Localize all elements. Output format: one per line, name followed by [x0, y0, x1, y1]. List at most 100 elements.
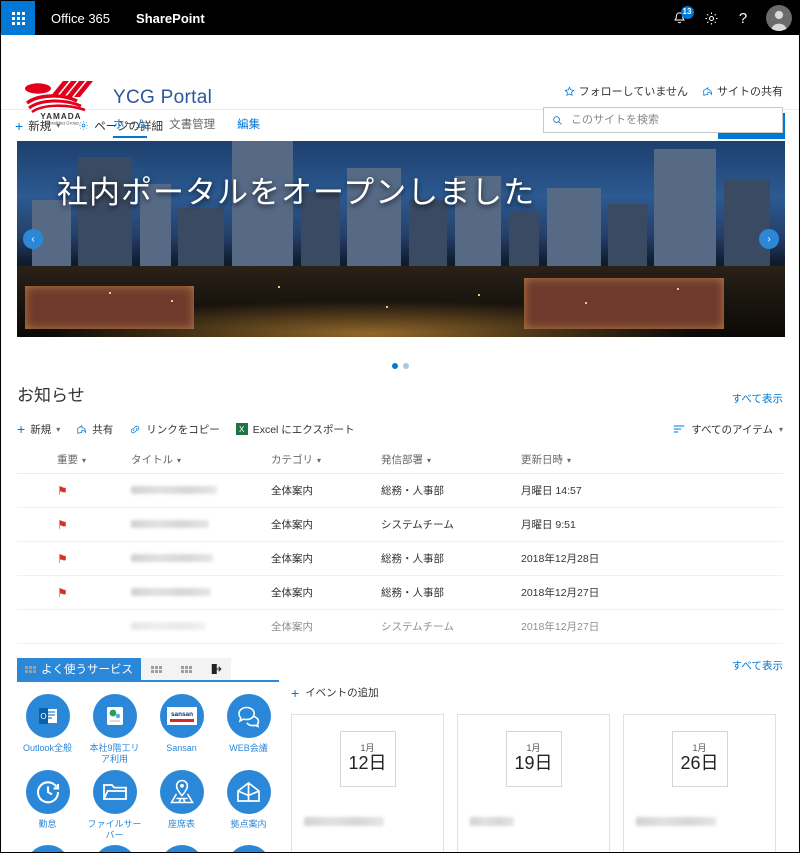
column-header-updated[interactable]: 更新日時 ▾: [517, 446, 783, 474]
svg-text:O: O: [40, 712, 46, 721]
copy-link-label: リンクをコピー: [146, 423, 220, 436]
cell-category: 全体案内: [267, 507, 377, 542]
cell-title[interactable]: [127, 609, 267, 644]
cell-important: ⚑: [17, 507, 127, 542]
column-header-department[interactable]: 発信部署 ▾: [377, 446, 517, 474]
tab-grid-view-1[interactable]: [141, 658, 171, 680]
service-tile-label: 本社9階工リア利用: [89, 743, 140, 765]
add-event-button[interactable]: + イベントの追加: [291, 685, 783, 700]
cell-category: 全体案内: [267, 575, 377, 610]
cell-title[interactable]: [127, 575, 267, 610]
redacted-title: [131, 621, 205, 630]
table-row[interactable]: ⚑ 全体案内 総務・人事部 2018年12月27日: [17, 575, 783, 610]
service-tile[interactable]: WEB会議: [218, 694, 279, 766]
gear-icon[interactable]: [695, 1, 727, 35]
cell-title[interactable]: [127, 473, 267, 508]
hero-banner[interactable]: 社内ポータルをオープンしました ‹ ›: [17, 141, 785, 337]
list-new-button[interactable]: + 新規 ▾: [17, 422, 60, 437]
cybozu-icon: [92, 694, 137, 738]
suite-app-label[interactable]: SharePoint: [124, 11, 217, 26]
tab-exit[interactable]: [201, 658, 231, 680]
carousel-dot-2[interactable]: [402, 363, 409, 369]
export-excel-label: Excel にエクスポート: [252, 423, 355, 436]
search-input[interactable]: [569, 113, 774, 127]
cell-important: ⚑: [17, 473, 127, 508]
tab-frequent-services[interactable]: よく使うサービス: [17, 658, 141, 680]
carousel-prev-icon[interactable]: ‹: [23, 229, 43, 249]
table-row[interactable]: ⚑ 全体案内 総務・人事部 2018年12月28日: [17, 541, 783, 576]
event-card[interactable]: 1月19日1月19日(土)、10:00東京9階研修室A・B・C、東京8階(...: [457, 714, 610, 852]
events-see-all-link[interactable]: すべて表示: [732, 658, 783, 673]
services-webpart: よく使うサービス O Outlook全般 本社9階工リア利用 sansan Sansan…: [17, 658, 279, 852]
event-title: [470, 813, 597, 831]
event-card[interactable]: 1月12日1月12日(土)、10:009階研修室A、B、C: [291, 714, 444, 852]
table-row[interactable]: ⚑ 全体案内 総務・人事部 月曜日 14:57: [17, 473, 783, 508]
table-row[interactable]: ⚑ 全体案内 システムチーム 月曜日 9:51: [17, 507, 783, 542]
redacted-title: [131, 553, 213, 562]
yamada-logo[interactable]: YAMADA Consulting Group: [17, 79, 105, 125]
share-icon: [702, 86, 713, 97]
redacted-title: [131, 485, 217, 494]
cell-title[interactable]: [127, 541, 267, 576]
suite-brand-label[interactable]: Office 365: [35, 11, 124, 26]
service-tile[interactable]: 本社9階工リア利用: [84, 694, 145, 766]
export-excel-button[interactable]: X Excel にエクスポート: [235, 422, 355, 437]
service-tile[interactable]: O Outlook全般: [17, 694, 78, 766]
services-tabbar: よく使うサービス: [17, 658, 279, 682]
event-card[interactable]: 1月26日1月26日(土)、10:009階研修室A、B、C: [623, 714, 776, 852]
announcements-see-all-link[interactable]: すべて表示: [732, 391, 783, 406]
follow-button[interactable]: フォローしていません: [564, 83, 688, 99]
office-suite-bar: Office 365 SharePoint 13 ?: [1, 1, 799, 35]
bottom-region: よく使うサービス O Outlook全般 本社9階工リア利用 sansan Sansan…: [1, 658, 799, 852]
copy-link-button[interactable]: リンクをコピー: [129, 422, 220, 437]
service-tile[interactable]: [17, 845, 78, 852]
announcements-table: 重要 ▾ タイトル ▾ カテゴリ ▾ 発信部署 ▾ 更新日時 ▾ ⚑ 全体案内 …: [17, 446, 783, 644]
list-view-selector[interactable]: すべてのアイテム ▾: [673, 422, 783, 437]
service-tile[interactable]: 拠点案内: [218, 769, 279, 842]
help-icon[interactable]: ?: [727, 1, 759, 35]
announcements-title: お知らせ: [17, 386, 85, 405]
cell-updated: 2018年12月28日: [517, 541, 783, 576]
column-header-category[interactable]: カテゴリ ▾: [267, 446, 377, 474]
cell-updated: 月曜日 14:57: [517, 473, 783, 508]
account-avatar[interactable]: [759, 1, 799, 35]
share-site-button[interactable]: サイトの共有: [702, 83, 783, 99]
list-share-button[interactable]: 共有: [76, 422, 113, 437]
chevron-down-icon: ▾: [778, 424, 783, 434]
service-tile[interactable]: [84, 845, 145, 852]
list-view-icon: [673, 424, 685, 434]
column-label-department: 発信部署: [381, 454, 423, 466]
service-tile-label: WEB会議: [229, 743, 268, 753]
events-header: すべて表示: [291, 658, 783, 673]
table-row[interactable]: 全体案内 システムチーム 2018年12月27日: [17, 609, 783, 644]
plus-icon: +: [291, 684, 300, 701]
cell-department: システムチーム: [377, 609, 517, 644]
flag-icon: ⚑: [57, 483, 68, 498]
cell-title[interactable]: [127, 507, 267, 542]
bell-icon[interactable]: 13: [663, 1, 695, 35]
handshake-icon: [159, 845, 204, 852]
service-tile[interactable]: 勤怠: [17, 769, 78, 842]
nav-item-home[interactable]: ホーム: [113, 116, 148, 138]
column-label-important: 重要: [57, 454, 78, 466]
tab-grid-view-2[interactable]: [171, 658, 201, 680]
follow-label: フォローしていません: [578, 86, 688, 98]
carousel-next-icon[interactable]: ›: [759, 229, 779, 249]
column-header-important[interactable]: 重要 ▾: [17, 446, 127, 474]
service-tile[interactable]: 座席表: [151, 769, 212, 842]
app-launcher-icon[interactable]: [1, 1, 35, 35]
avatar-circle: [766, 5, 792, 31]
carousel-dot-1[interactable]: [391, 363, 398, 369]
page-title[interactable]: YCG Portal: [113, 87, 212, 109]
follow-share-row: フォローしていません サイトの共有: [543, 83, 783, 99]
column-header-title[interactable]: タイトル ▾: [127, 446, 267, 474]
nav-item-edit[interactable]: 編集: [237, 116, 260, 138]
nav-item-documents[interactable]: 文書管理: [169, 116, 215, 138]
cell-department: 総務・人事部: [377, 473, 517, 508]
service-tile[interactable]: ファイルサーバー: [84, 769, 145, 842]
search-box[interactable]: [543, 107, 783, 133]
table-header-row: 重要 ▾ タイトル ▾ カテゴリ ▾ 発信部署 ▾ 更新日時 ▾: [17, 446, 783, 474]
service-tile[interactable]: [218, 845, 279, 852]
service-tile[interactable]: [151, 845, 212, 852]
service-tile[interactable]: sansan Sansan: [151, 694, 212, 766]
